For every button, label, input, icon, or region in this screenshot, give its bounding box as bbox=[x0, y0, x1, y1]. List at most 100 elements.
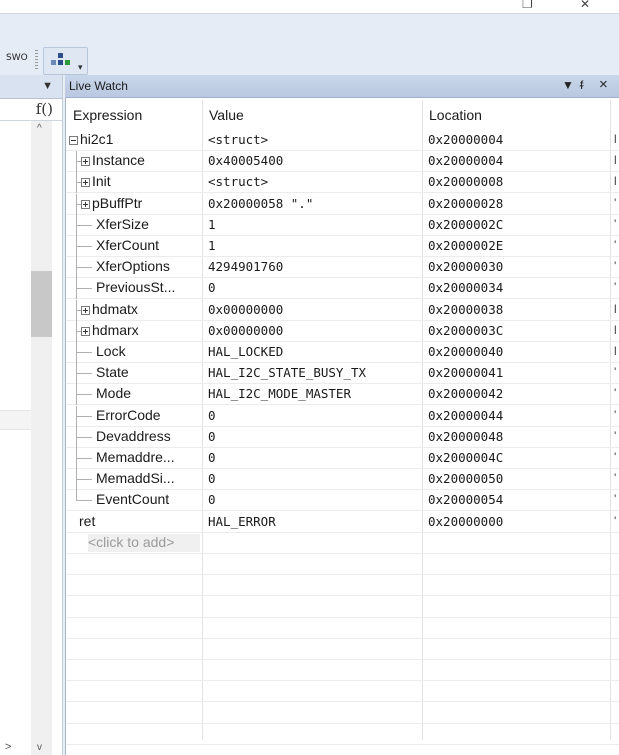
value-cell[interactable]: 0x00000000 bbox=[208, 302, 283, 317]
table-row[interactable]: Mode HAL_I2C_MODE_MASTER 0x20000042 ' bbox=[66, 384, 619, 405]
window-menu-icon[interactable]: ▼ bbox=[562, 78, 574, 92]
value-cell[interactable]: HAL_LOCKED bbox=[208, 344, 283, 359]
close-icon[interactable]: ✕ bbox=[580, 0, 590, 11]
value-cell[interactable]: HAL_I2C_STATE_BUSY_TX bbox=[208, 365, 366, 380]
expression-cell[interactable]: Lock bbox=[96, 343, 126, 359]
dropdown-icon[interactable]: ▼ bbox=[42, 80, 53, 92]
value-cell[interactable]: 4294901760 bbox=[208, 259, 283, 274]
value-cell[interactable]: 1 bbox=[208, 217, 216, 232]
tree-connector bbox=[76, 394, 92, 395]
scroll-up-icon[interactable]: ^ bbox=[37, 123, 42, 134]
column-header-expression[interactable]: Expression bbox=[66, 100, 202, 128]
value-cell[interactable]: <struct> bbox=[208, 132, 268, 147]
table-row[interactable]: hdmatx 0x00000000 0x20000038 l bbox=[66, 300, 619, 321]
value-cell[interactable]: 0 bbox=[208, 471, 216, 486]
value-cell[interactable]: HAL_ERROR bbox=[208, 514, 276, 529]
column-header-location[interactable]: Location bbox=[422, 100, 612, 128]
location-cell: 0x20000042 bbox=[428, 386, 504, 401]
value-cell[interactable]: 0 bbox=[208, 492, 216, 507]
table-row[interactable]: pBuffPtr 0x20000058 "." 0x20000028 ' bbox=[66, 194, 619, 215]
expression-cell[interactable]: State bbox=[96, 364, 129, 380]
location-cell: 0x20000034 bbox=[428, 280, 504, 295]
value-cell[interactable]: 0x00000000 bbox=[208, 323, 283, 338]
clipped-column-cell: l bbox=[614, 344, 617, 358]
expression-cell[interactable]: MemaddSi... bbox=[96, 470, 175, 486]
expression-cell[interactable]: XferSize bbox=[96, 216, 149, 232]
table-row[interactable]: Instance 0x40005400 0x20000004 l bbox=[66, 151, 619, 172]
expression-cell[interactable]: XferOptions bbox=[96, 258, 170, 274]
table-row[interactable]: Devaddress 0 0x20000048 ' bbox=[66, 427, 619, 448]
expression-cell[interactable]: hdmarx bbox=[92, 322, 139, 338]
table-row[interactable]: ErrorCode 0 0x20000044 ' bbox=[66, 406, 619, 427]
scroll-right-icon[interactable]: > bbox=[5, 741, 11, 753]
table-row[interactable]: MemaddSi... 0 0x20000050 ' bbox=[66, 469, 619, 490]
value-cell[interactable]: HAL_I2C_MODE_MASTER bbox=[208, 386, 351, 401]
table-row[interactable]: EventCount 0 0x20000054 ' bbox=[66, 490, 619, 511]
tree-connector bbox=[76, 300, 77, 321]
toolbar: SWO ▾ bbox=[0, 13, 619, 75]
expression-cell[interactable]: hi2c1 bbox=[80, 131, 113, 147]
table-row[interactable]: Init <struct> 0x20000008 l bbox=[66, 172, 619, 193]
column-header-value[interactable]: Value bbox=[202, 100, 422, 128]
expression-cell[interactable]: ret bbox=[79, 513, 95, 529]
add-expression-row[interactable]: <click to add> bbox=[66, 533, 619, 554]
expand-icon[interactable] bbox=[81, 306, 90, 315]
tree-connector bbox=[76, 151, 77, 172]
function-icon[interactable]: f() bbox=[36, 100, 53, 118]
value-cell[interactable]: <struct> bbox=[208, 174, 268, 189]
clipped-column-cell: ' bbox=[614, 259, 617, 273]
expand-icon[interactable] bbox=[81, 327, 90, 336]
table-row[interactable]: XferSize 1 0x2000002C ' bbox=[66, 215, 619, 236]
expand-icon[interactable] bbox=[81, 200, 90, 209]
expression-cell[interactable]: PreviousSt... bbox=[96, 279, 175, 295]
expression-cell[interactable]: ErrorCode bbox=[96, 407, 161, 423]
restore-icon[interactable]: ❐ bbox=[522, 0, 533, 11]
table-row[interactable]: Lock HAL_LOCKED 0x20000040 l bbox=[66, 342, 619, 363]
value-cell[interactable]: 0 bbox=[208, 280, 216, 295]
scroll-down-icon[interactable]: v bbox=[37, 742, 42, 753]
expression-cell[interactable]: Mode bbox=[96, 385, 131, 401]
expression-cell[interactable]: Init bbox=[92, 173, 111, 189]
expression-cell[interactable]: EventCount bbox=[96, 491, 169, 507]
table-row[interactable]: hdmarx 0x00000000 0x2000003C l bbox=[66, 321, 619, 342]
expression-cell[interactable]: hdmatx bbox=[92, 301, 138, 317]
left-pane-selected-line[interactable] bbox=[0, 410, 31, 430]
table-row[interactable]: PreviousSt... 0 0x20000034 ' bbox=[66, 278, 619, 299]
swo-button[interactable]: SWO bbox=[6, 53, 28, 63]
scroll-thumb[interactable] bbox=[31, 271, 52, 337]
expand-icon[interactable] bbox=[81, 178, 90, 187]
expression-cell[interactable]: Devaddress bbox=[96, 428, 171, 444]
empty-row bbox=[66, 639, 619, 660]
value-cell[interactable]: 1 bbox=[208, 238, 216, 253]
table-row[interactable]: Memaddre... 0 0x2000004C ' bbox=[66, 448, 619, 469]
pin-icon[interactable]: ᵮ bbox=[580, 78, 583, 92]
expression-cell[interactable]: pBuffPtr bbox=[92, 195, 142, 211]
value-cell[interactable]: 0x40005400 bbox=[208, 153, 283, 168]
expression-cell[interactable]: XferCount bbox=[96, 237, 159, 253]
tree-connector bbox=[76, 416, 92, 417]
add-expression-placeholder[interactable]: <click to add> bbox=[88, 534, 174, 550]
value-cell[interactable]: 0 bbox=[208, 429, 216, 444]
expand-icon[interactable] bbox=[81, 157, 90, 166]
value-cell[interactable]: 0 bbox=[208, 450, 216, 465]
expression-cell[interactable]: Memaddre... bbox=[96, 449, 175, 465]
value-cell[interactable]: 0 bbox=[208, 408, 216, 423]
table-row[interactable]: XferOptions 4294901760 0x20000030 ' bbox=[66, 257, 619, 278]
expression-cell[interactable]: Instance bbox=[92, 152, 145, 168]
grid-icon-cell-2 bbox=[51, 60, 56, 65]
left-pane: ▼ f() > ^ v bbox=[0, 75, 62, 755]
table-row[interactable]: XferCount 1 0x2000002E ' bbox=[66, 236, 619, 257]
toolbar-grip[interactable] bbox=[35, 50, 38, 70]
table-row[interactable]: State HAL_I2C_STATE_BUSY_TX 0x20000041 ' bbox=[66, 363, 619, 384]
value-cell[interactable]: 0x20000058 "." bbox=[208, 196, 313, 211]
tree-connector bbox=[76, 373, 92, 374]
live-watch-titlebar: Live Watch ▼ ᵮ × bbox=[65, 75, 619, 98]
empty-row bbox=[66, 597, 619, 618]
close-icon[interactable]: × bbox=[599, 76, 608, 93]
location-cell: 0x20000054 bbox=[428, 492, 504, 507]
toolbar-options-button[interactable]: ▾ bbox=[43, 47, 88, 75]
table-row[interactable]: hi2c1 <struct> 0x20000004 l bbox=[66, 130, 619, 151]
left-pane-vscrollbar[interactable]: ^ v bbox=[31, 121, 52, 755]
collapse-icon[interactable] bbox=[69, 136, 78, 145]
table-row[interactable]: ret HAL_ERROR 0x20000000 ' bbox=[66, 512, 619, 533]
